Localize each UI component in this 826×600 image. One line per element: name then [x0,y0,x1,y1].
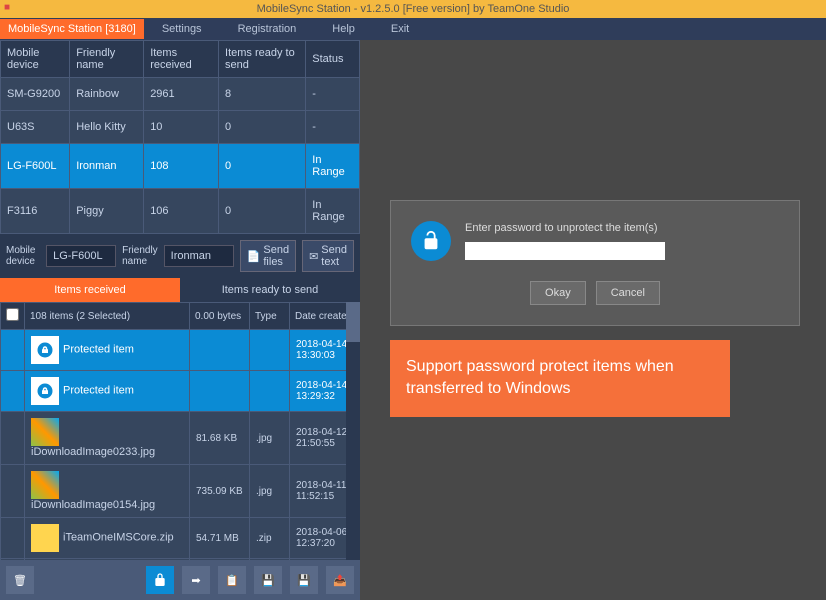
export-button[interactable]: 📤 [326,566,354,594]
col-type[interactable]: Type [250,303,290,330]
forward-button[interactable]: ➡ [182,566,210,594]
col-ready[interactable]: Items ready to send [219,41,306,78]
file-row[interactable]: Protected item2018-04-14 13:30:03 [1,330,360,371]
file-thumbnail [31,418,59,446]
menu-help[interactable]: Help [314,19,373,39]
menu-exit[interactable]: Exit [373,19,427,39]
file-row[interactable]: WhatsApp ImagesIMG-20180405-WA0004.jpg19… [1,559,360,561]
okay-button[interactable]: Okay [530,281,586,305]
left-panel: Mobile device Friendly name Items receiv… [0,40,360,600]
device-row[interactable]: LG-F600LIronman1080In Range [1,144,360,189]
lock-button[interactable] [146,566,174,594]
device-row[interactable]: F3116Piggy1060In Range [1,189,360,234]
col-summary[interactable]: 108 items (2 Selected) [25,303,190,330]
device-info-row: Mobile device LG-F600L Friendly name Iro… [0,234,360,278]
feature-callout: Support password protect items when tran… [390,340,730,417]
file-scrollbar[interactable] [346,302,360,560]
app-icon: ■ [4,2,10,13]
file-list: 108 items (2 Selected) 0.00 bytes Type D… [0,302,360,560]
title-bar: ■ MobileSync Station - v1.2.5.0 [Free ve… [0,0,826,18]
lock-icon [31,336,59,364]
file-row[interactable]: iDownloadImage0233.jpg81.68 KB.jpg2018-0… [1,412,360,465]
friendly-field[interactable]: Ironman [164,245,234,267]
cancel-button[interactable]: Cancel [596,281,660,305]
device-table: Mobile device Friendly name Items receiv… [0,40,360,234]
file-thumbnail [31,471,59,499]
delete-button[interactable]: 🗑 [6,566,34,594]
file-row[interactable]: iDownloadImage0154.jpg735.09 KB.jpg2018-… [1,465,360,518]
device-row[interactable]: SM-G9200Rainbow29618- [1,78,360,111]
file-row[interactable]: iTeamOneIMSCore.zip54.71 MB.zip2018-04-0… [1,518,360,559]
menu-registration[interactable]: Registration [220,19,315,39]
tab-items-ready[interactable]: Items ready to send [180,278,360,302]
right-panel: Enter password to unprotect the item(s) … [360,40,826,600]
col-friendly[interactable]: Friendly name [70,41,144,78]
device-field[interactable]: LG-F600L [46,245,116,267]
menu-main[interactable]: MobileSync Station [3180] [0,19,144,39]
device-row[interactable]: U63SHello Kitty100- [1,111,360,144]
col-device[interactable]: Mobile device [1,41,70,78]
file-row[interactable]: Protected item2018-04-14 13:29:32 [1,371,360,412]
save-all-button[interactable]: 💾 [290,566,318,594]
friendly-label: Friendly name [122,245,158,267]
col-received[interactable]: Items received [144,41,219,78]
tab-items-received[interactable]: Items received [0,278,180,302]
save-button[interactable]: 💾 [254,566,282,594]
col-size[interactable]: 0.00 bytes [190,303,250,330]
send-files-button[interactable]: 📄Send files [240,240,296,272]
lock-icon [31,377,59,405]
window-title: MobileSync Station - v1.2.5.0 [Free vers… [257,3,570,15]
password-dialog: Enter password to unprotect the item(s) … [390,200,800,326]
device-label: Mobile device [6,245,40,267]
menu-settings[interactable]: Settings [144,19,220,39]
menu-bar: MobileSync Station [3180] Settings Regis… [0,18,826,40]
file-thumbnail [31,524,59,552]
select-all-checkbox[interactable] [6,308,19,321]
unlock-icon [411,221,451,261]
copy-button[interactable]: 📋 [218,566,246,594]
dialog-prompt: Enter password to unprotect the item(s) [465,222,665,234]
file-toolbar: 🗑 ➡ 📋 💾 💾 📤 [0,560,360,600]
file-tabs: Items received Items ready to send [0,278,360,302]
send-text-button[interactable]: ✉Send text [302,240,354,272]
col-status[interactable]: Status [306,41,360,78]
password-input[interactable] [465,242,665,260]
